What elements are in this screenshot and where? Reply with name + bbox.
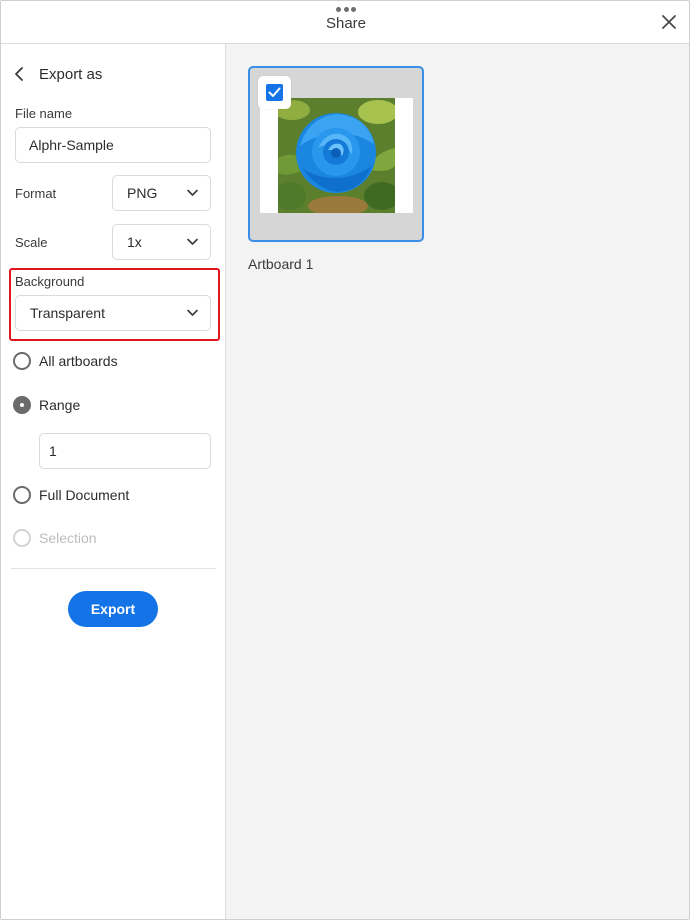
radio-label: Selection xyxy=(39,530,97,546)
file-name-input[interactable]: Alphr-Sample xyxy=(15,127,211,163)
radio-button[interactable] xyxy=(13,486,31,504)
artboard-card[interactable] xyxy=(248,66,424,242)
chevron-down-icon xyxy=(187,238,198,245)
background-value: Transparent xyxy=(30,305,105,321)
format-select[interactable]: PNG xyxy=(112,175,211,211)
format-label: Format xyxy=(15,186,57,201)
radio-label: Full Document xyxy=(39,487,130,503)
scale-value: 1x xyxy=(127,234,142,250)
scale-label: Scale xyxy=(15,235,48,250)
back-button[interactable]: Export as xyxy=(13,64,102,84)
chevron-left-icon xyxy=(15,67,23,81)
export-button[interactable]: Export xyxy=(68,591,158,627)
radio-label: Range xyxy=(39,397,81,413)
radio-label: All artboards xyxy=(39,353,118,369)
radio-button[interactable] xyxy=(13,352,31,370)
range-value: 1 xyxy=(49,443,57,459)
dialog-title: Share xyxy=(325,15,367,32)
radio-all-artboards[interactable]: All artboards xyxy=(13,352,118,370)
format-value: PNG xyxy=(127,185,158,201)
close-icon[interactable] xyxy=(661,14,677,30)
artboard-name: Artboard 1 xyxy=(248,256,314,272)
file-name-value: Alphr-Sample xyxy=(29,137,114,153)
background-select[interactable]: Transparent xyxy=(15,295,211,331)
artboard-thumbnail xyxy=(260,98,413,213)
range-input[interactable]: 1 xyxy=(39,433,211,469)
file-name-label: File name xyxy=(15,106,73,121)
export-options-panel: Export as File name Alphr-Sample Format … xyxy=(1,44,226,919)
radio-button-selected[interactable] xyxy=(13,396,31,414)
rose-image xyxy=(278,98,395,213)
chevron-down-icon xyxy=(187,189,198,196)
radio-button-disabled xyxy=(13,529,31,547)
divider xyxy=(11,568,216,569)
checkmark-icon xyxy=(268,87,281,97)
artboard-preview-area: Artboard 1 xyxy=(226,44,689,919)
dialog-header: Share xyxy=(1,1,689,44)
radio-selection: Selection xyxy=(13,529,97,547)
panel-title: Export as xyxy=(39,65,103,83)
artboard-checkbox[interactable] xyxy=(258,76,291,109)
grip-dots-icon[interactable] xyxy=(336,7,356,13)
background-label: Background xyxy=(15,274,85,289)
share-dialog: Share Export as File name Alphr-Sample F… xyxy=(0,0,690,920)
chevron-down-icon xyxy=(187,309,198,316)
radio-full-document[interactable]: Full Document xyxy=(13,486,129,504)
radio-range[interactable]: Range xyxy=(13,396,80,414)
scale-select[interactable]: 1x xyxy=(112,224,211,260)
